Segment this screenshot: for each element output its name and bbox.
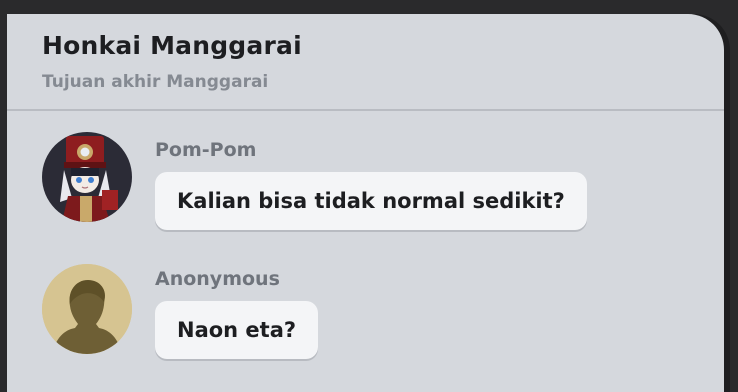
pom-pom-avatar-icon[interactable]	[42, 132, 132, 222]
chat-title: Honkai Manggarai	[42, 31, 302, 60]
chat-subtitle: Tujuan akhir Manggarai	[42, 72, 269, 92]
chat-window: Honkai Manggarai Tujuan akhir Manggarai	[7, 14, 724, 392]
pom-pom-avatar-image	[42, 132, 132, 222]
anonymous-silhouette-icon	[42, 264, 132, 354]
chat-header: Honkai Manggarai Tujuan akhir Manggarai	[7, 14, 724, 111]
message-bubble: Naon eta?	[155, 301, 319, 359]
message-bubble: Kalian bisa tidak normal sedikit?	[155, 172, 587, 230]
message-sender: Anonymous	[155, 268, 280, 290]
message-sender: Pom-Pom	[155, 139, 257, 161]
anonymous-avatar-icon[interactable]	[42, 264, 132, 354]
